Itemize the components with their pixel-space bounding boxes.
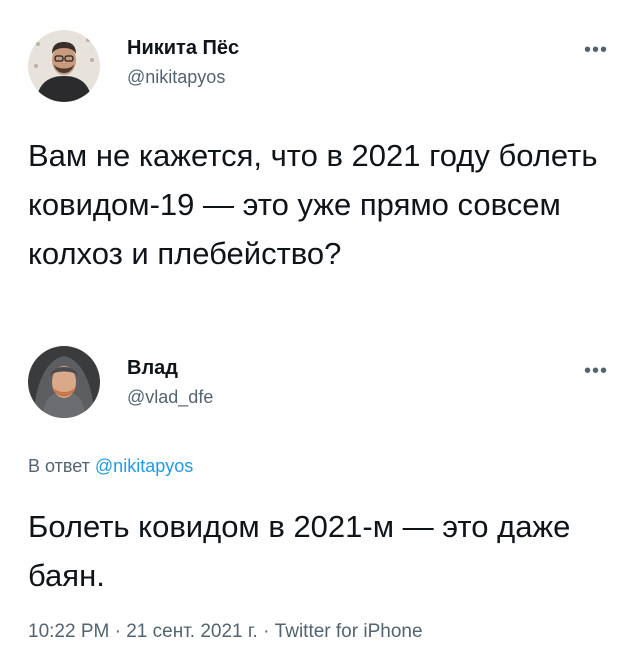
tweet-source-link[interactable]: Twitter for iPhone: [275, 621, 423, 642]
replying-to: В ответ @nikitapyos: [28, 456, 193, 477]
replying-to-handle-link[interactable]: @nikitapyos: [95, 456, 193, 476]
reply-author-handle[interactable]: @vlad_dfe: [127, 387, 213, 408]
avatar-photo-icon: [28, 346, 100, 418]
reply-more-options-icon[interactable]: •••: [584, 361, 608, 381]
meta-separator: ·: [263, 621, 270, 642]
author-handle[interactable]: @nikitapyos: [127, 67, 225, 88]
tweet-time-link[interactable]: 10:22 PM: [28, 621, 109, 642]
author-display-name[interactable]: Никита Пёс: [127, 37, 239, 60]
reply-author-display-name[interactable]: Влад: [127, 357, 178, 380]
reply-text: Болеть ковидом в 2021-м — это даже баян.: [28, 509, 571, 593]
tweet-meta: 10:22 PM · 21 сент. 2021 г. · Twitter fo…: [28, 621, 423, 643]
author-avatar[interactable]: [28, 30, 100, 102]
tweet-date-link[interactable]: 21 сент. 2021 г.: [126, 621, 258, 642]
tweet-text: Вам не кажется, что в 2021 году болеть к…: [28, 138, 598, 271]
more-options-icon[interactable]: •••: [584, 40, 608, 60]
avatar-photo-icon: [28, 30, 100, 102]
reply-author-avatar[interactable]: [28, 346, 100, 418]
replying-to-prefix: В ответ: [28, 456, 90, 476]
meta-separator: ·: [114, 621, 121, 642]
